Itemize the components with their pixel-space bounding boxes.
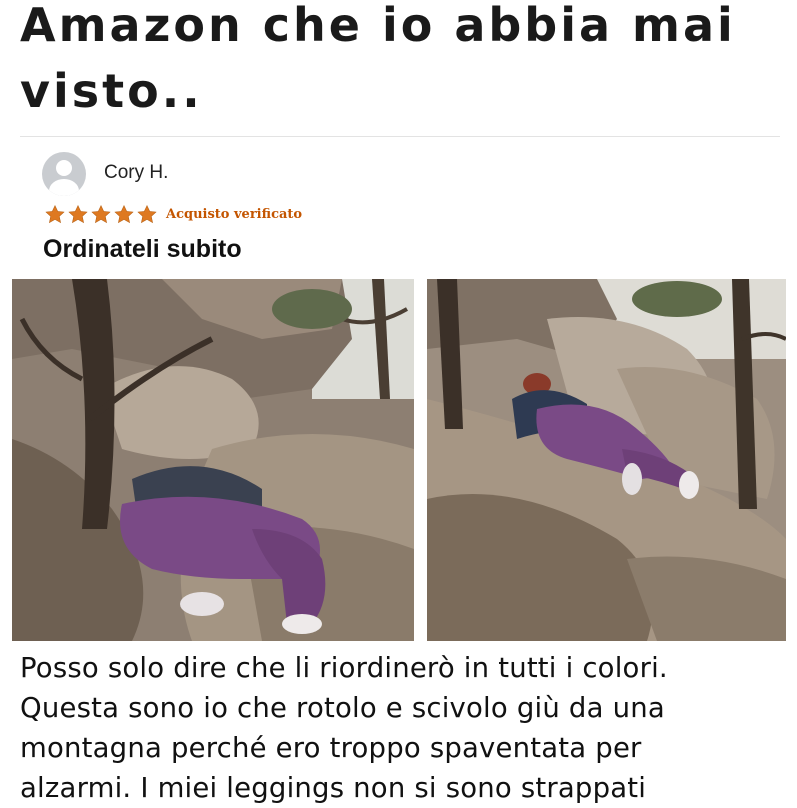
review-body: Posso solo dire che li riordinerò in tut…	[20, 652, 668, 804]
star-rating	[44, 204, 158, 225]
review-photo-1[interactable]	[12, 279, 414, 641]
star-icon	[137, 204, 157, 224]
review-photo-2[interactable]	[427, 279, 786, 641]
review-title: Ordinateli subito	[43, 235, 242, 263]
user-avatar-icon	[42, 152, 86, 196]
star-icon	[114, 204, 134, 224]
verified-purchase-badge: Acquisto verificato	[166, 207, 303, 222]
star-icon	[91, 204, 111, 224]
star-icon	[45, 204, 65, 224]
reviewer-name[interactable]: Cory H.	[104, 162, 168, 184]
review-card: Cory H. Acquisto verificato Ordinateli s…	[0, 0, 797, 804]
star-icon	[68, 204, 88, 224]
